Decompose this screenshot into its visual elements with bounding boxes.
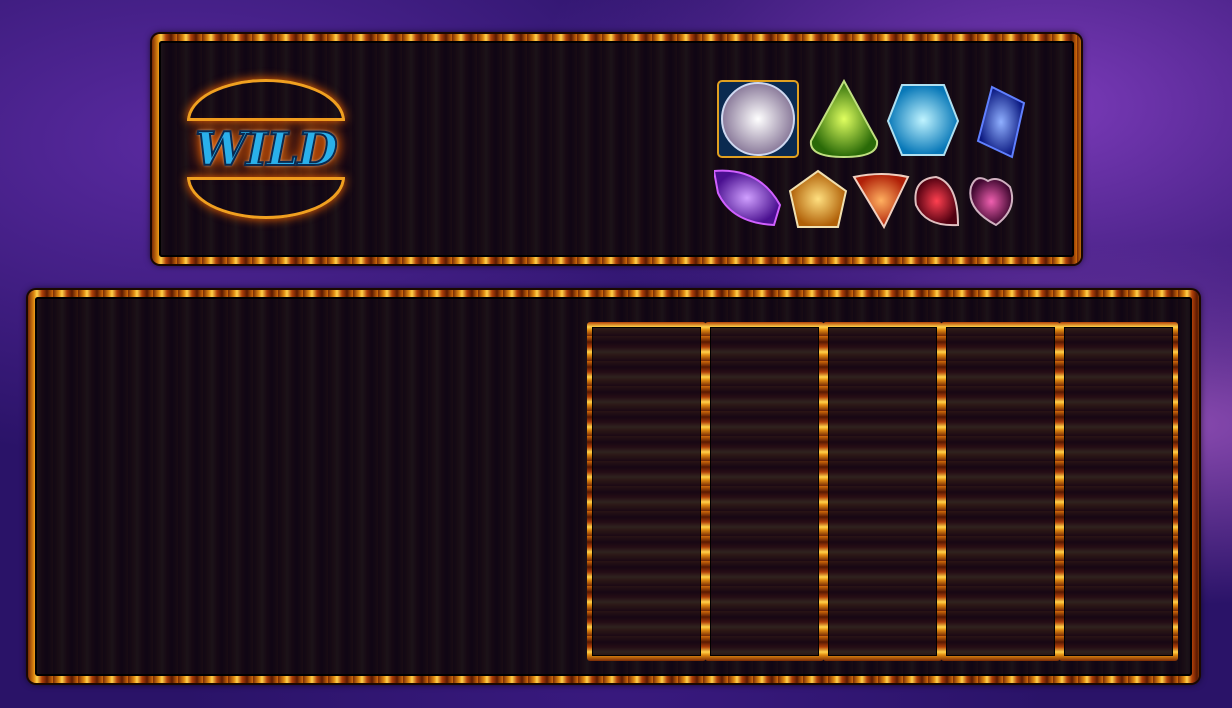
paytable-panel: WILD (152, 34, 1081, 264)
paytable-inner: WILD (159, 41, 1074, 257)
gem-symbols (714, 78, 1026, 230)
reel-window (710, 327, 819, 656)
ornament-bottom-icon (187, 177, 345, 219)
wild-symbol-logo: WILD (187, 73, 345, 225)
reel-window (946, 327, 1055, 656)
rhodolite-heart-gem-icon (969, 177, 1014, 227)
reel-window (828, 327, 937, 656)
amethyst-gem-icon (714, 169, 782, 227)
fire-opal-gem-icon (852, 173, 910, 230)
game-panel (28, 290, 1199, 683)
ruby-gem-icon (914, 175, 960, 227)
peridot-gem-icon (809, 78, 879, 159)
reel-5[interactable] (1059, 322, 1178, 661)
ornament-top-icon (187, 79, 345, 121)
citrine-gem-icon (788, 169, 848, 228)
reel-window (1064, 327, 1173, 656)
reel-4[interactable] (941, 322, 1060, 661)
aquamarine-gem-icon (886, 84, 960, 156)
reel-1[interactable] (587, 322, 706, 661)
reel-window (592, 327, 701, 656)
sapphire-gem-icon (976, 85, 1026, 159)
reel-grid (587, 322, 1178, 661)
reel-2[interactable] (705, 322, 824, 661)
game-panel-inner (35, 297, 1192, 676)
diamond-gem-icon (717, 80, 799, 158)
reel-3[interactable] (823, 322, 942, 661)
wild-label: WILD (194, 121, 338, 177)
